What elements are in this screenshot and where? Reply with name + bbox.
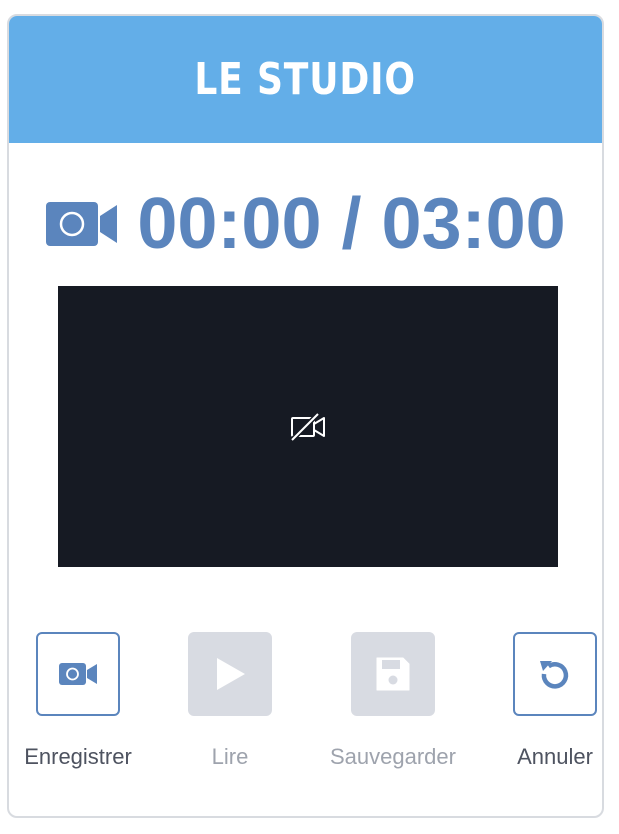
undo-icon — [540, 661, 569, 689]
play-button[interactable] — [188, 632, 272, 716]
studio-panel: LE STUDIO 00:00 / 03:00 Enregistrer Lire… — [7, 14, 604, 818]
record-button[interactable] — [36, 632, 120, 716]
play-label: Lire — [211, 744, 249, 769]
studio-header: LE STUDIO — [9, 16, 602, 143]
save-button[interactable] — [351, 632, 435, 716]
control-bar: Enregistrer Lire Sauvegarder Annuler — [9, 632, 602, 782]
save-label: Sauvegarder — [330, 744, 456, 769]
timer-readout: 00:00 / 03:00 — [137, 184, 566, 264]
floppy-disk-icon — [376, 657, 410, 691]
play-icon — [217, 658, 245, 690]
save-control: Sauvegarder — [323, 632, 463, 770]
cancel-control: Annuler — [485, 632, 602, 770]
timer-row: 00:00 / 03:00 — [9, 184, 602, 264]
record-label: Enregistrer — [24, 744, 132, 769]
video-camera-icon — [59, 663, 97, 685]
play-control: Lire — [160, 632, 300, 770]
video-preview — [58, 286, 558, 567]
cancel-button[interactable] — [513, 632, 597, 716]
record-control: Enregistrer — [9, 632, 148, 770]
studio-title: LE STUDIO — [194, 54, 417, 105]
cancel-label: Annuler — [517, 744, 593, 769]
video-camera-icon — [46, 202, 118, 246]
video-off-icon — [290, 411, 325, 442]
